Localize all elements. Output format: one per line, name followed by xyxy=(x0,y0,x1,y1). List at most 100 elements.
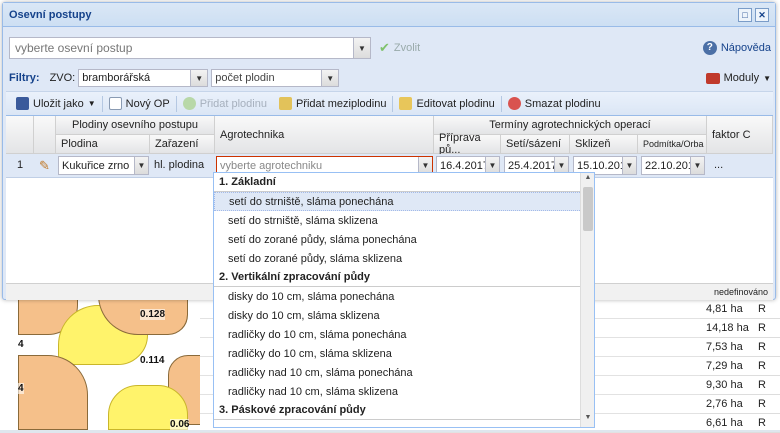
row-number: 1 xyxy=(16,159,24,171)
podmitka-date[interactable]: 22.10.2017 ▼ xyxy=(641,156,705,175)
pocet-plodin-input[interactable]: počet plodin xyxy=(212,72,321,84)
dropdown-option[interactable]: setí do zorané půdy, sláma ponechána xyxy=(214,230,594,249)
moduly-label: Moduly xyxy=(723,72,760,84)
pridat-meziplodinu-button[interactable]: Přidat meziplodinu xyxy=(273,94,393,114)
column-header-faktor[interactable]: faktor C xyxy=(707,116,773,154)
ulozit-label: Uložit jako xyxy=(33,97,84,110)
zvolit-button[interactable]: ✔ Zvolit xyxy=(379,40,420,56)
osevni-postup-input[interactable]: vyberte osevní postup xyxy=(10,41,353,55)
table-row[interactable]: 6,61 ha R xyxy=(700,414,780,433)
table-row[interactable]: 9,30 ha R xyxy=(700,376,780,395)
map-label: 0.114 xyxy=(140,355,165,366)
maximize-icon[interactable]: □ xyxy=(738,7,752,22)
column-header-priprava[interactable]: Příprava pů... xyxy=(434,132,501,156)
pocet-plodin-combo[interactable]: počet plodin ▼ xyxy=(211,69,340,87)
map-label: 0.128 xyxy=(140,309,166,320)
pencil-icon[interactable]: ✎ xyxy=(39,156,55,175)
napoveda-button[interactable]: ? Nápověda xyxy=(702,41,771,55)
rownum-header xyxy=(6,116,34,154)
table-row[interactable]: 2,76 ha R xyxy=(700,395,780,414)
checkmark-icon: ✔ xyxy=(379,40,390,55)
scroll-down-icon[interactable]: ▼ xyxy=(581,414,594,426)
column-header-sklizen[interactable]: Sklizeň xyxy=(570,135,638,154)
novy-op-button[interactable]: Nový OP xyxy=(103,94,176,114)
caret-down-icon: ▼ xyxy=(763,73,771,83)
chevron-down-icon[interactable]: ▼ xyxy=(321,70,339,86)
close-icon[interactable]: ✕ xyxy=(755,7,769,22)
edit-header xyxy=(34,116,56,154)
footer-faktor-value: nedefinováno xyxy=(714,287,769,297)
background-table: 4,81 ha R 14,18 ha R 7,53 ha R 7,29 ha R 9,3… xyxy=(700,300,780,433)
chevron-down-icon[interactable]: ▼ xyxy=(353,38,370,58)
map-parcel xyxy=(18,355,88,430)
pridat-plodinu-label: Přidat plodinu xyxy=(199,97,267,110)
table-row[interactable]: 14,18 ha R xyxy=(700,319,780,338)
dropdown-option[interactable]: setí do zorané půdy, sláma sklizena xyxy=(214,249,594,268)
agrotechnika-input[interactable]: vyberte agrotechniku xyxy=(217,160,418,172)
chevron-down-icon[interactable]: ▼ xyxy=(690,157,704,174)
smazat-plodinu-button[interactable]: Smazat plodinu xyxy=(502,94,607,114)
dropdown-option[interactable]: radličky do 10 cm, sláma ponechána xyxy=(214,325,594,344)
map-view[interactable]: 0.128 0.114 0.06 4 4 xyxy=(18,295,200,430)
novy-op-label: Nový OP xyxy=(125,97,170,110)
caret-down-icon: ▼ xyxy=(87,99,96,108)
priprava-value: 16.4.2017 xyxy=(440,159,485,172)
save-icon xyxy=(16,97,29,110)
column-header-seti[interactable]: Setí/sázení xyxy=(501,135,570,154)
podmitka-value: 22.10.2017 xyxy=(645,159,690,172)
pridat-plodinu-button[interactable]: Přidat plodinu xyxy=(177,94,273,114)
column-header-plodina[interactable]: Plodina xyxy=(56,135,150,154)
table-row[interactable]: 7,29 ha R xyxy=(700,357,780,376)
toolbox-icon xyxy=(705,72,720,84)
dropdown-scrollbar[interactable]: ▲ ▼ xyxy=(580,173,594,427)
dropdown-option[interactable]: disky do 10 cm, sláma sklizena xyxy=(214,306,594,325)
add-icon xyxy=(182,97,196,110)
chevron-down-icon[interactable]: ▼ xyxy=(134,157,148,174)
map-label: 4 xyxy=(18,339,24,350)
window-titlebar[interactable]: Osevní postupy □ ✕ xyxy=(3,3,775,27)
header-group-plodiny: Plodiny osevního postupu xyxy=(56,116,215,135)
filters-label: Filtry: xyxy=(9,72,40,84)
chevron-down-icon[interactable]: ▼ xyxy=(190,70,208,86)
osevni-postup-combo[interactable]: vyberte osevní postup ▼ xyxy=(9,37,371,59)
column-header-podmitka[interactable]: Podmítka/Orba xyxy=(638,135,707,154)
window-title: Osevní postupy xyxy=(9,8,92,21)
map-label: 4 xyxy=(18,383,24,394)
dropdown-option[interactable]: setí do strniště, sláma ponechána xyxy=(214,192,594,211)
dropdown-options: 1. Základní setí do strniště, sláma ponec… xyxy=(214,173,594,420)
dropdown-option[interactable]: radličky do 10 cm, sláma sklizena xyxy=(214,344,594,363)
scrollbar-thumb[interactable] xyxy=(583,187,593,231)
zvolit-label: Zvolit xyxy=(393,42,421,54)
zvo-combo[interactable]: bramborářská ▼ xyxy=(78,69,209,87)
dropdown-option[interactable]: radličky nad 10 cm, sláma sklizena xyxy=(214,382,594,401)
napoveda-label: Nápověda xyxy=(720,42,771,54)
dropdown-option[interactable]: setí do strniště, sláma sklizena xyxy=(214,211,594,230)
ulozit-jako-button[interactable]: Uložit jako ▼ xyxy=(10,94,102,114)
column-header-agrotechnika[interactable]: Agrotechnika xyxy=(215,116,434,154)
table-row[interactable]: 7,53 ha R xyxy=(700,338,780,357)
dropdown-option[interactable]: radličky nad 10 cm, sláma ponechána xyxy=(214,363,594,382)
edit-icon xyxy=(399,97,413,110)
plodina-combo[interactable]: Kukuřice zrno ▼ xyxy=(58,156,149,175)
plodina-value: Kukuřice zrno xyxy=(62,159,130,172)
zarazeni-value: hl. plodina xyxy=(154,159,205,171)
zvo-label: ZVO: xyxy=(49,72,76,84)
sklizen-value: 15.10.2017 xyxy=(577,159,622,172)
zvo-value: bramborářská xyxy=(82,72,151,84)
new-document-icon xyxy=(108,97,122,110)
editovat-plodinu-button[interactable]: Editovat plodinu xyxy=(393,94,500,114)
moduly-button[interactable]: Moduly ▼ xyxy=(705,72,771,84)
map-label: 0.06 xyxy=(170,419,190,430)
delete-icon xyxy=(507,97,521,110)
agrotechnika-dropdown-list[interactable]: 1. Základní setí do strniště, sláma ponec… xyxy=(213,172,595,428)
chevron-down-icon[interactable]: ▼ xyxy=(622,157,636,174)
faktor-value: ... xyxy=(714,159,724,171)
column-header-zarazeni[interactable]: Zařazení xyxy=(150,135,215,154)
dropdown-group-header: 1. Základní xyxy=(214,173,594,192)
add-crop-icon xyxy=(278,97,292,110)
table-row[interactable]: 4,81 ha R xyxy=(700,300,780,319)
dropdown-option[interactable]: disky do 10 cm, sláma ponechána xyxy=(214,287,594,306)
smazat-plodinu-label: Smazat plodinu xyxy=(524,97,601,110)
pridat-meziplodinu-label: Přidat meziplodinu xyxy=(295,97,387,110)
scroll-up-icon[interactable]: ▲ xyxy=(581,174,594,186)
